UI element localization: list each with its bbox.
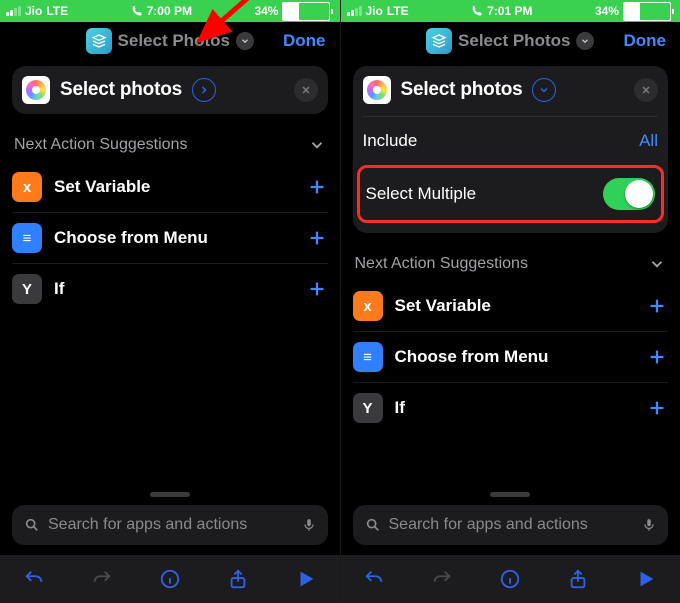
choose-from-menu-icon: ≡ <box>353 342 383 372</box>
suggestion-label: If <box>395 398 405 418</box>
if-icon: Y <box>353 393 383 423</box>
drag-handle[interactable] <box>150 492 190 497</box>
undo-button[interactable] <box>23 568 45 590</box>
include-label: Include <box>363 131 418 151</box>
set-variable-icon: x <box>353 291 383 321</box>
action-card: Select photos Include All Select Multipl… <box>353 66 669 233</box>
suggestion-label: Set Variable <box>54 177 150 197</box>
chevron-down-icon <box>308 136 326 154</box>
suggestion-if[interactable]: Y If <box>12 263 328 314</box>
done-button[interactable]: Done <box>624 31 667 51</box>
carrier-label: Jio <box>25 4 42 18</box>
network-label: LTE <box>46 4 68 18</box>
photos-app-icon <box>363 76 391 104</box>
add-suggestion-button[interactable] <box>306 176 328 198</box>
run-button[interactable] <box>635 568 657 590</box>
search-field[interactable]: Search for apps and actions <box>12 505 328 545</box>
add-suggestion-button[interactable] <box>646 295 668 317</box>
suggestion-label: If <box>54 279 64 299</box>
suggestion-choose-from-menu[interactable]: ≡ Choose from Menu <box>12 212 328 263</box>
bottom-toolbar <box>341 555 680 603</box>
nav-title: Select Photos <box>458 31 570 51</box>
call-icon <box>471 5 483 17</box>
battery-pct: 34% <box>595 4 619 18</box>
shortcut-app-icon <box>86 28 112 54</box>
select-multiple-label: Select Multiple <box>366 184 477 204</box>
nav-title: Select Photos <box>118 31 230 51</box>
suggestion-set-variable[interactable]: x Set Variable <box>12 162 328 212</box>
add-suggestion-button[interactable] <box>306 278 328 300</box>
suggestions-heading-row[interactable]: Next Action Suggestions <box>355 255 667 273</box>
battery-icon <box>282 2 333 21</box>
select-multiple-row[interactable]: Select Multiple <box>357 165 665 223</box>
suggestion-choose-from-menu[interactable]: ≡ Choose from Menu <box>353 331 669 382</box>
time-label: 7:00 PM <box>147 4 192 18</box>
suggestions-heading: Next Action Suggestions <box>14 136 187 154</box>
add-suggestion-button[interactable] <box>646 346 668 368</box>
status-bar: Jio LTE 7:01 PM 34% <box>341 0 680 22</box>
suggestion-label: Choose from Menu <box>54 228 208 248</box>
done-button[interactable]: Done <box>283 31 326 51</box>
suggestions-heading: Next Action Suggestions <box>355 255 528 273</box>
add-suggestion-button[interactable] <box>306 227 328 249</box>
clear-action-button[interactable] <box>634 78 658 102</box>
suggestion-if[interactable]: Y If <box>353 382 669 433</box>
photos-app-icon <box>22 76 50 104</box>
chevron-down-icon <box>648 255 666 273</box>
share-button[interactable] <box>227 568 249 590</box>
choose-from-menu-icon: ≡ <box>12 223 42 253</box>
undo-button[interactable] <box>363 568 385 590</box>
bottom-toolbar <box>0 555 340 603</box>
include-row[interactable]: Include All <box>363 117 659 165</box>
suggestion-set-variable[interactable]: x Set Variable <box>353 281 669 331</box>
nav-bar: Select Photos Done <box>0 22 340 60</box>
battery-pct: 34% <box>254 4 278 18</box>
dictation-icon[interactable] <box>302 516 316 534</box>
search-field[interactable]: Search for apps and actions <box>353 505 669 545</box>
search-placeholder: Search for apps and actions <box>389 516 635 534</box>
shortcut-app-icon <box>426 28 452 54</box>
select-multiple-toggle[interactable] <box>603 178 655 210</box>
suggestion-label: Choose from Menu <box>395 347 549 367</box>
network-label: LTE <box>387 4 409 18</box>
set-variable-icon: x <box>12 172 42 202</box>
title-menu-button[interactable] <box>576 32 594 50</box>
redo-button[interactable] <box>431 568 453 590</box>
include-value[interactable]: All <box>639 131 658 151</box>
search-icon <box>24 517 40 533</box>
battery-icon <box>623 2 674 21</box>
call-icon <box>131 5 143 17</box>
suggestion-label: Set Variable <box>395 296 491 316</box>
status-bar: Jio LTE 7:00 PM 34% <box>0 0 340 22</box>
signal-icon <box>6 6 21 16</box>
search-placeholder: Search for apps and actions <box>48 516 294 534</box>
dictation-icon[interactable] <box>642 516 656 534</box>
signal-icon <box>347 6 362 16</box>
suggestions-heading-row[interactable]: Next Action Suggestions <box>14 136 326 154</box>
expand-options-button[interactable] <box>192 78 216 102</box>
drag-handle[interactable] <box>490 492 530 497</box>
screen-right: Jio LTE 7:01 PM 34% Select Photos <box>340 0 680 603</box>
info-button[interactable] <box>159 568 181 590</box>
action-title: Select photos <box>60 79 182 101</box>
nav-bar: Select Photos Done <box>341 22 680 60</box>
title-menu-button[interactable] <box>236 32 254 50</box>
run-button[interactable] <box>295 568 317 590</box>
clear-action-button[interactable] <box>294 78 318 102</box>
add-suggestion-button[interactable] <box>646 397 668 419</box>
if-icon: Y <box>12 274 42 304</box>
share-button[interactable] <box>567 568 589 590</box>
time-label: 7:01 PM <box>487 4 532 18</box>
action-title: Select photos <box>401 79 523 101</box>
redo-button[interactable] <box>91 568 113 590</box>
search-icon <box>365 517 381 533</box>
screen-left: Jio LTE 7:00 PM 34% Select Photos <box>0 0 340 603</box>
action-card: Select photos <box>12 66 328 114</box>
carrier-label: Jio <box>366 4 383 18</box>
info-button[interactable] <box>499 568 521 590</box>
collapse-options-button[interactable] <box>532 78 556 102</box>
